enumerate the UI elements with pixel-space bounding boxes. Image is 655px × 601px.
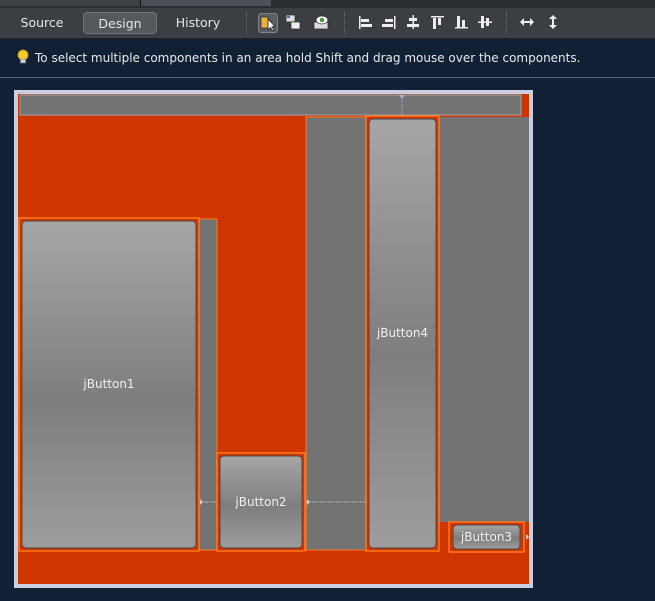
jbutton4-label[interactable]: jButton4 <box>369 326 436 340</box>
gap-column[interactable] <box>305 116 367 551</box>
jbutton3-label[interactable]: jButton3 <box>453 530 520 544</box>
design-canvas <box>14 90 533 588</box>
jbutton1-label[interactable]: jButton1 <box>22 377 196 391</box>
jbutton2-label[interactable]: jButton2 <box>220 495 302 509</box>
gap-column-narrow[interactable] <box>198 218 218 551</box>
gap-column-right[interactable] <box>439 117 529 522</box>
panel-top-strip[interactable] <box>19 94 522 116</box>
